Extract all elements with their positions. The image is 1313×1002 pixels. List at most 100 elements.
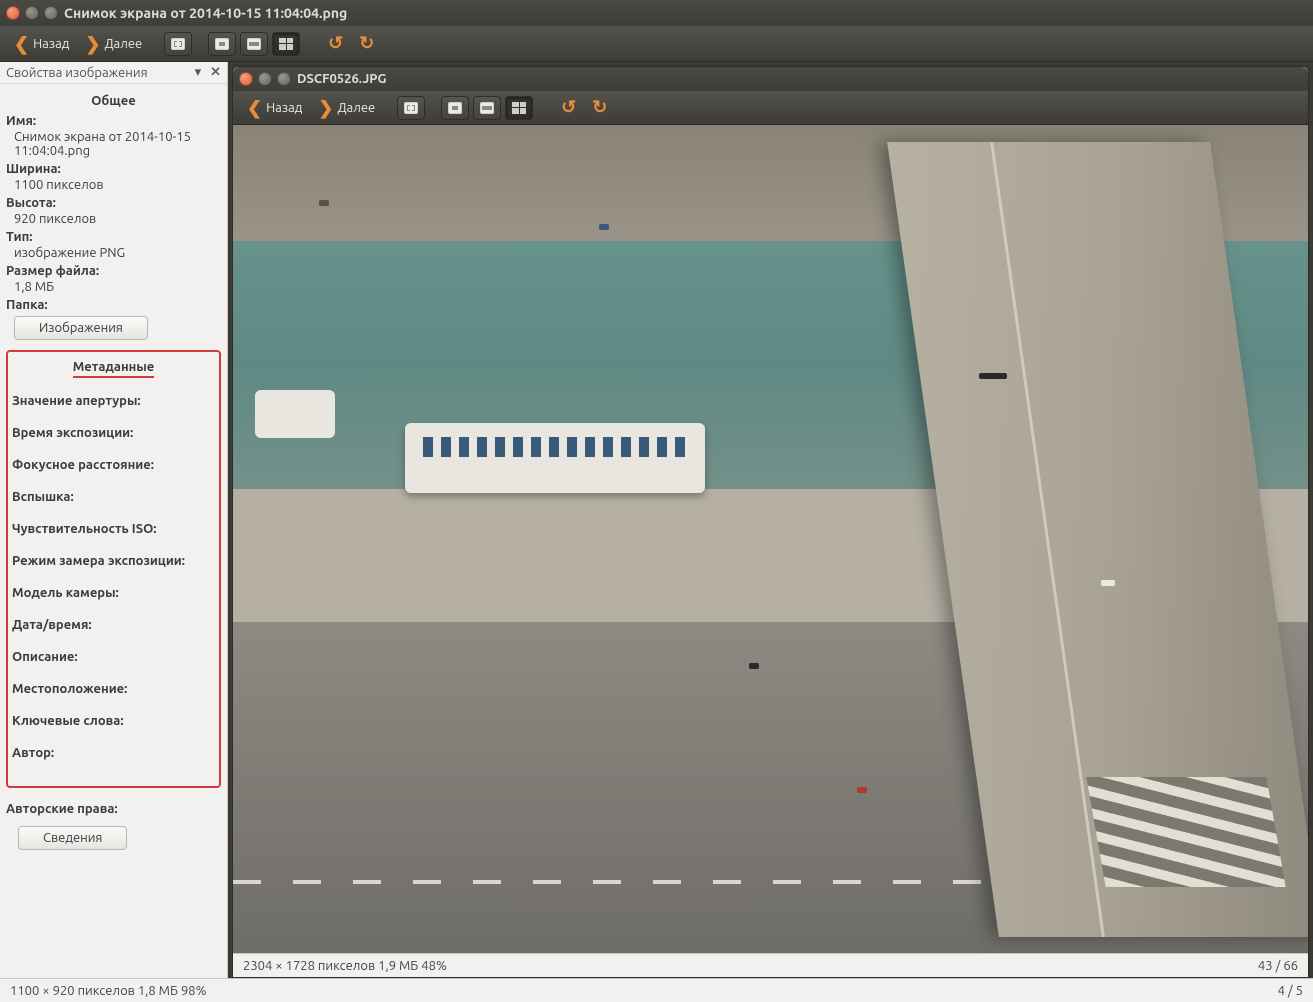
prop-height-label: Высота: — [6, 196, 221, 210]
outer-status-bar: 1100 × 920 пикселов 1,8 МБ 98% 4 / 5 — [0, 978, 1313, 1002]
metadata-label: Ключевые слова: — [12, 714, 215, 728]
inner-nav-forward-label: Далее — [337, 101, 375, 115]
rotate-right-icon: ↻ — [359, 33, 374, 54]
image-detail — [599, 224, 609, 230]
inner-window-close-button[interactable] — [239, 72, 253, 86]
inner-toolbar: ❮ Назад ❯ Далее ↺ ↻ — [233, 91, 1308, 125]
outer-status-right: 4 / 5 — [1278, 984, 1303, 998]
rotate-left-button[interactable]: ↺ — [322, 31, 349, 56]
metadata-label: Описание: — [12, 650, 215, 664]
metadata-label: Модель камеры: — [12, 586, 215, 600]
zoom-fit-button[interactable] — [164, 32, 192, 56]
nav-forward-label: Далее — [104, 37, 142, 51]
prop-folder-label: Папка: — [6, 298, 221, 312]
sidebar-collapse-icon[interactable]: ▾ — [195, 65, 202, 79]
image-detail — [979, 373, 1007, 379]
image-detail — [857, 787, 867, 793]
image-region-crosswalk — [1086, 777, 1285, 887]
image-detail — [749, 663, 759, 669]
window-close-button[interactable] — [6, 6, 20, 20]
metadata-label: Автор: — [12, 746, 215, 760]
zoom-fullscreen-button[interactable] — [272, 32, 300, 56]
rotate-right-button[interactable]: ↻ — [353, 31, 380, 56]
inner-rotate-right-button[interactable]: ↻ — [586, 95, 613, 120]
zoom-100-icon — [448, 102, 462, 114]
window-maximize-button[interactable] — [44, 6, 58, 20]
nav-back-button[interactable]: ❮ Назад — [8, 33, 75, 55]
metadata-label: Режим замера экспозиции: — [12, 554, 215, 568]
zoom-fit-icon — [404, 102, 418, 114]
outer-toolbar: ❮ Назад ❯ Далее ↺ ↻ — [0, 26, 1313, 62]
inner-nav-forward-button[interactable]: ❯ Далее — [312, 97, 381, 119]
prop-size-value: 1,8 МБ — [14, 280, 221, 294]
inner-window-title: DSCF0526.JPG — [297, 72, 386, 86]
properties-sidebar: Свойства изображения ▾ ✕ Общее Имя: Сним… — [0, 62, 228, 978]
window-titlebar: Снимок экрана от 2014-10-15 11:04:04.png — [0, 0, 1313, 26]
chevron-right-icon: ❯ — [318, 99, 333, 117]
chevron-left-icon: ❮ — [14, 35, 29, 53]
prop-width-value: 1100 пикселов — [14, 178, 221, 192]
chevron-left-icon: ❮ — [247, 99, 262, 117]
prop-copyright-label: Авторские права: — [6, 802, 221, 816]
metadata-label: Чувствительность ISO: — [12, 522, 215, 536]
image-detail — [1101, 580, 1115, 586]
inner-status-left: 2304 × 1728 пикселов 1,9 МБ 48% — [243, 959, 447, 973]
inner-zoom-width-button[interactable] — [473, 96, 501, 120]
inner-window-minimize-button[interactable] — [258, 72, 272, 86]
inner-window-maximize-button[interactable] — [277, 72, 291, 86]
image-canvas[interactable] — [233, 125, 1308, 953]
prop-name-value: Снимок экрана от 2014-10-15 11:04:04.png — [14, 130, 221, 158]
prop-height-value: 920 пикселов — [14, 212, 221, 226]
sidebar-header: Свойства изображения ▾ ✕ — [0, 62, 227, 84]
rotate-right-icon: ↻ — [592, 97, 607, 118]
image-region-boat-small — [255, 390, 335, 438]
chevron-right-icon: ❯ — [85, 35, 100, 53]
nav-forward-button[interactable]: ❯ Далее — [79, 33, 148, 55]
zoom-width-icon — [247, 38, 261, 50]
window-minimize-button[interactable] — [25, 6, 39, 20]
inner-status-bar: 2304 × 1728 пикселов 1,9 МБ 48% 43 / 66 — [233, 953, 1308, 977]
inner-zoom-100-button[interactable] — [441, 96, 469, 120]
metadata-label: Значение апертуры: — [12, 394, 215, 408]
outer-status-left: 1100 × 920 пикселов 1,8 МБ 98% — [10, 984, 207, 998]
image-region-boat — [405, 423, 705, 493]
metadata-label: Вспышка: — [12, 490, 215, 504]
prop-type-value: изображение PNG — [14, 246, 221, 260]
rotate-left-icon: ↺ — [328, 33, 343, 54]
inner-status-right: 43 / 66 — [1258, 959, 1298, 973]
nav-back-label: Назад — [33, 37, 69, 51]
metadata-label: Время экспозиции: — [12, 426, 215, 440]
metadata-label: Фокусное расстояние: — [12, 458, 215, 472]
zoom-fit-icon — [171, 38, 185, 50]
prop-type-label: Тип: — [6, 230, 221, 244]
details-button[interactable]: Сведения — [18, 826, 127, 850]
sidebar-title: Свойства изображения — [6, 66, 148, 80]
folder-button[interactable]: Изображения — [14, 316, 148, 340]
inner-rotate-left-button[interactable]: ↺ — [555, 95, 582, 120]
grid-icon — [512, 102, 526, 114]
inner-zoom-fit-button[interactable] — [397, 96, 425, 120]
inner-nav-back-button[interactable]: ❮ Назад — [241, 97, 308, 119]
image-detail — [319, 200, 329, 206]
sidebar-close-icon[interactable]: ✕ — [210, 65, 221, 79]
inner-viewer-window: DSCF0526.JPG ❮ Назад ❯ Далее ↺ — [232, 66, 1309, 978]
prop-width-label: Ширина: — [6, 162, 221, 176]
inner-zoom-fullscreen-button[interactable] — [505, 96, 533, 120]
rotate-left-icon: ↺ — [561, 97, 576, 118]
zoom-width-icon — [480, 102, 494, 114]
metadata-label: Местоположение: — [12, 682, 215, 696]
zoom-100-button[interactable] — [208, 32, 236, 56]
window-title: Снимок экрана от 2014-10-15 11:04:04.png — [64, 5, 347, 21]
section-metadata-title: Метаданные — [73, 360, 155, 378]
inner-titlebar: DSCF0526.JPG — [233, 67, 1308, 91]
prop-name-label: Имя: — [6, 114, 221, 128]
prop-size-label: Размер файла: — [6, 264, 221, 278]
section-general-title: Общее — [6, 94, 221, 108]
metadata-label: Дата/время: — [12, 618, 215, 632]
content-area: DSCF0526.JPG ❮ Назад ❯ Далее ↺ — [228, 62, 1313, 978]
zoom-100-icon — [215, 38, 229, 50]
inner-nav-back-label: Назад — [266, 101, 302, 115]
metadata-highlight-box: Метаданные Значение апертуры: Время экспо… — [6, 350, 221, 788]
grid-icon — [279, 38, 293, 50]
zoom-width-button[interactable] — [240, 32, 268, 56]
